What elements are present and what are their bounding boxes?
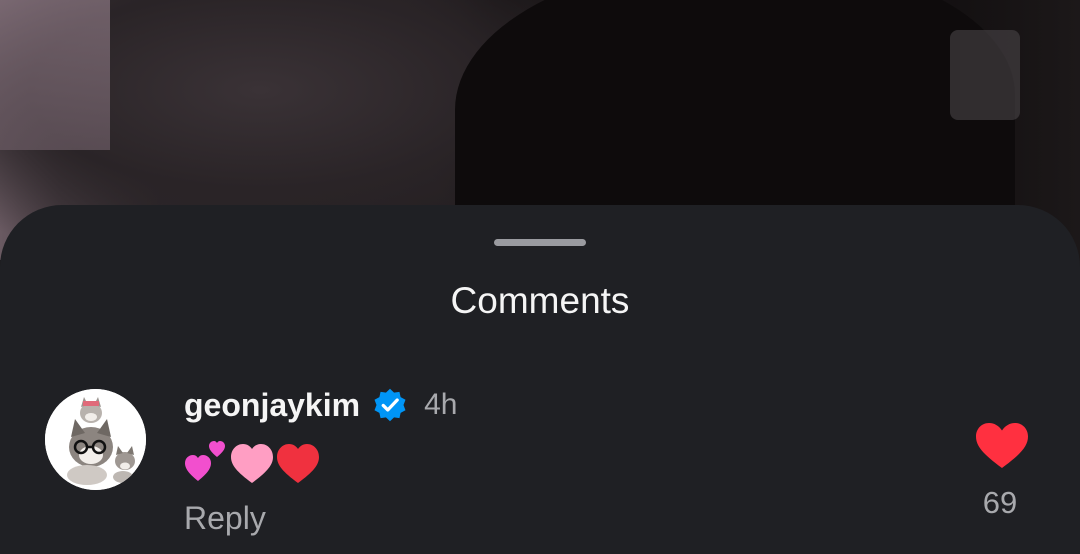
background-detail [950,30,1020,120]
like-count: 69 [982,485,1018,520]
heart-icon [976,423,1028,468]
comment-timestamp: 4h [424,388,458,421]
comment-text [184,435,324,485]
background-wall [0,0,110,150]
username[interactable]: geonjaykim [184,385,360,425]
comment-header: geonjaykim 4h [184,385,457,425]
drag-handle[interactable] [494,239,586,246]
hearts-emoji-icon [185,441,319,483]
comments-screen: Comments geonjaykim 4h Reply 69 [0,0,1080,554]
verified-badge-icon [374,388,406,422]
avatar[interactable] [45,389,146,490]
comments-sheet: Comments geonjaykim 4h Reply 69 [0,205,1080,554]
sheet-title: Comments [450,280,630,321]
like-button[interactable] [974,421,1030,471]
comment-item: geonjaykim 4h Reply 69 [0,385,1080,554]
cats-avatar-icon [45,389,146,490]
reply-button[interactable]: Reply [184,498,266,538]
